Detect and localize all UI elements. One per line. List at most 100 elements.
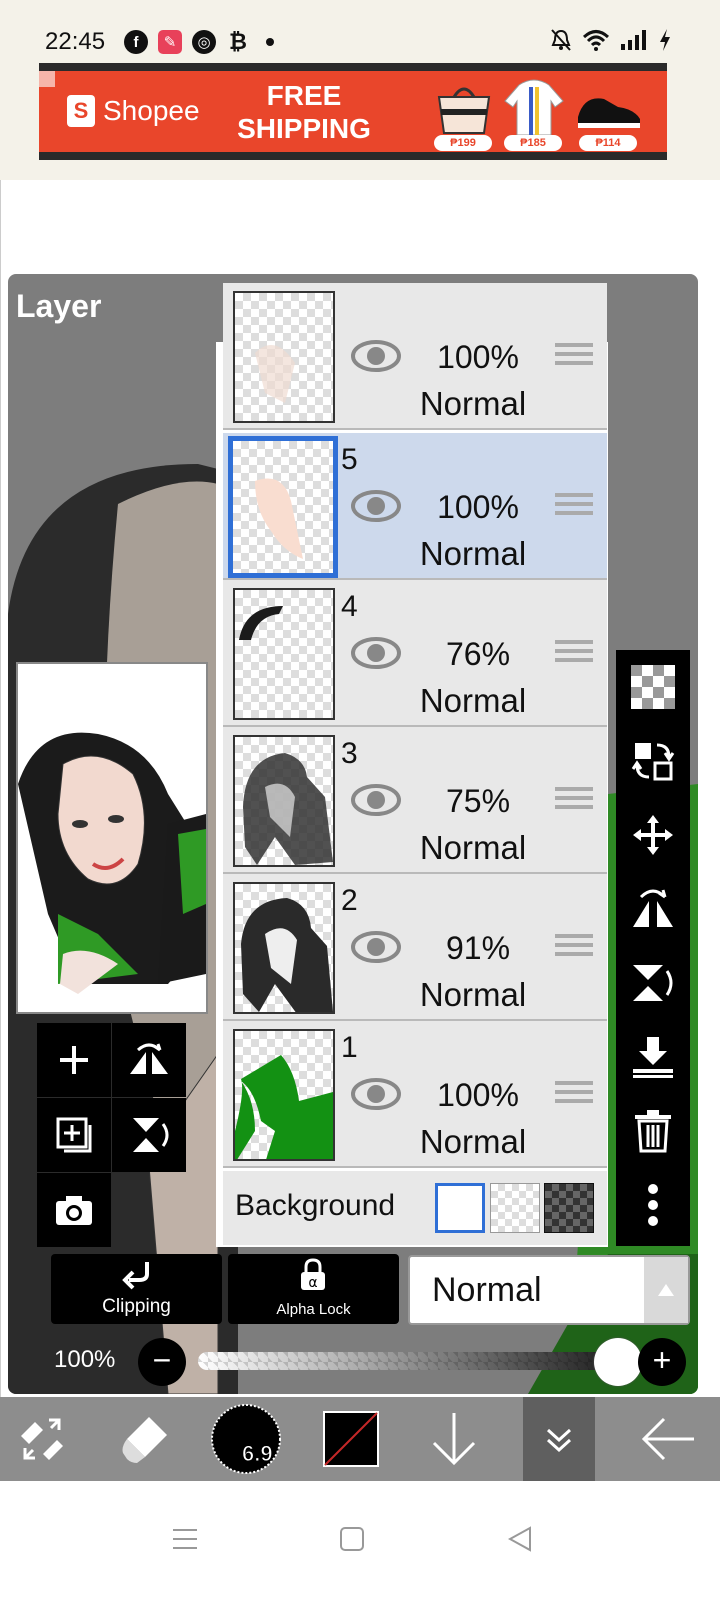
bg-dark-option[interactable] [544, 1183, 594, 1233]
opacity-slider-thumb[interactable] [594, 1338, 642, 1386]
dot-icon [266, 38, 274, 46]
move-icon [633, 815, 673, 855]
layer-thumbnail [233, 882, 335, 1014]
add-copy-icon [56, 1117, 92, 1153]
ad-headline: FREE SHIPPING [237, 80, 371, 144]
layer-thumbnail [233, 588, 335, 720]
more-button[interactable] [616, 1168, 690, 1242]
triangle-back-icon [508, 1526, 531, 1552]
layer-list[interactable]: 100% Normal 5 100% Normal 4 76% Normal 3… [216, 283, 608, 1247]
blend-dropdown-button[interactable] [644, 1257, 688, 1323]
layer-row-3[interactable]: 3 75% Normal [223, 727, 607, 874]
layer-blend-mode: Normal [419, 976, 527, 1013]
ad-price-2: ₱185 [504, 135, 562, 151]
layer-blend-mode: Normal [419, 829, 527, 866]
bg-white-option[interactable] [435, 1183, 485, 1233]
color-button[interactable] [309, 1397, 393, 1481]
eye-icon[interactable] [351, 930, 401, 964]
opacity-slider[interactable] [198, 1352, 608, 1370]
signal-icon [621, 30, 646, 50]
layer-row-5[interactable]: 5 100% Normal [223, 433, 607, 580]
eraser-button[interactable] [103, 1397, 187, 1481]
layer-number: 4 [341, 590, 358, 623]
opacity-decrease-button[interactable]: − [138, 1338, 186, 1386]
drag-handle[interactable] [555, 343, 593, 369]
layer-row-4[interactable]: 4 76% Normal [223, 580, 607, 727]
blend-mode-select[interactable]: Normal [408, 1255, 690, 1325]
flip-horizontal-button[interactable] [616, 872, 690, 946]
layer-row-1[interactable]: 1 100% Normal [223, 1021, 607, 1168]
transform-button[interactable] [0, 1397, 84, 1481]
blend-mode-value: Normal [432, 1271, 542, 1309]
eye-icon[interactable] [351, 489, 401, 523]
layer-thumbnail [228, 436, 338, 578]
layer-opacity: 76% [445, 636, 511, 672]
delete-layer-button[interactable] [616, 1094, 690, 1168]
eye-icon[interactable] [351, 339, 401, 373]
collapse-button[interactable] [523, 1397, 595, 1481]
hoodie-product-icon [504, 79, 564, 136]
flip-vertical-icon [633, 965, 673, 1001]
layer-row-2[interactable]: 2 91% Normal [223, 874, 607, 1021]
alpha-lock-button[interactable]: α Alpha Lock [228, 1254, 399, 1324]
drag-handle[interactable] [555, 493, 593, 519]
flip-vertical-icon [133, 1118, 169, 1152]
collapse-icon [546, 1428, 572, 1453]
layer-thumbnail [233, 1029, 335, 1161]
notification-icons: f ✎ ◎ ₿ [124, 29, 274, 54]
transparency-button[interactable] [616, 650, 690, 724]
wifi-icon [582, 30, 610, 51]
eye-icon[interactable] [351, 636, 401, 670]
transfer-button[interactable] [616, 724, 690, 798]
drag-handle[interactable] [555, 1081, 593, 1107]
drag-handle[interactable] [555, 934, 593, 960]
layer-opacity: 100% [437, 339, 519, 375]
layer-number: 3 [341, 737, 358, 770]
canvas-preview[interactable] [16, 662, 208, 1014]
camera-icon [56, 1196, 92, 1225]
layer-row-6[interactable]: 100% Normal [223, 283, 607, 430]
layer-opacity: 75% [445, 783, 511, 819]
drag-handle[interactable] [555, 787, 593, 813]
move-button[interactable] [616, 798, 690, 872]
add-layer-button[interactable] [37, 1023, 111, 1097]
facebook-icon: f [124, 30, 148, 54]
camera-button[interactable] [37, 1173, 111, 1247]
layer-blend-mode: Normal [419, 535, 527, 572]
right-toolbar [616, 650, 690, 1246]
ad-banner[interactable]: S Shopee FREE SHIPPING ₱199 ₱185 ₱114 [39, 63, 667, 160]
eye-icon[interactable] [351, 783, 401, 817]
ad-brand: S Shopee [67, 95, 200, 127]
recent-apps-button[interactable] [167, 1521, 203, 1557]
trash-icon [635, 1110, 671, 1153]
flip-vertical-button[interactable] [616, 946, 690, 1020]
triangle-up-icon [658, 1284, 674, 1296]
transform-icon [21, 1418, 63, 1460]
more-icon [648, 1184, 658, 1226]
down-button[interactable] [412, 1397, 496, 1481]
flip-horizontal-icon [633, 889, 673, 927]
duplicate-layer-button[interactable] [37, 1098, 111, 1172]
home-button[interactable] [334, 1521, 370, 1557]
bottom-toolbar: 6.9 [0, 1397, 720, 1481]
ad-choices-icon[interactable] [39, 71, 55, 87]
nav-back-button[interactable] [502, 1521, 538, 1557]
back-button[interactable] [626, 1397, 710, 1481]
layer-thumbnail [233, 291, 335, 423]
opacity-control: 100% − + [54, 1338, 694, 1386]
flip-button[interactable] [112, 1023, 186, 1097]
eye-icon[interactable] [351, 1077, 401, 1111]
flip-icon [130, 1043, 168, 1074]
bg-transparent-option[interactable] [490, 1183, 540, 1233]
layer-blend-mode: Normal [419, 1123, 527, 1160]
layer-opacity: 100% [437, 489, 519, 525]
merge-down-button[interactable] [616, 1020, 690, 1094]
layer-opacity: 100% [437, 1077, 519, 1113]
drag-handle[interactable] [555, 640, 593, 666]
clipping-button[interactable]: Clipping [51, 1254, 222, 1324]
opacity-increase-button[interactable]: + [638, 1338, 686, 1386]
eraser-icon [122, 1417, 167, 1463]
brush-size-button[interactable]: 6.9 [204, 1397, 288, 1481]
flip-vertical-button[interactable] [112, 1098, 186, 1172]
home-square-icon [340, 1527, 364, 1551]
